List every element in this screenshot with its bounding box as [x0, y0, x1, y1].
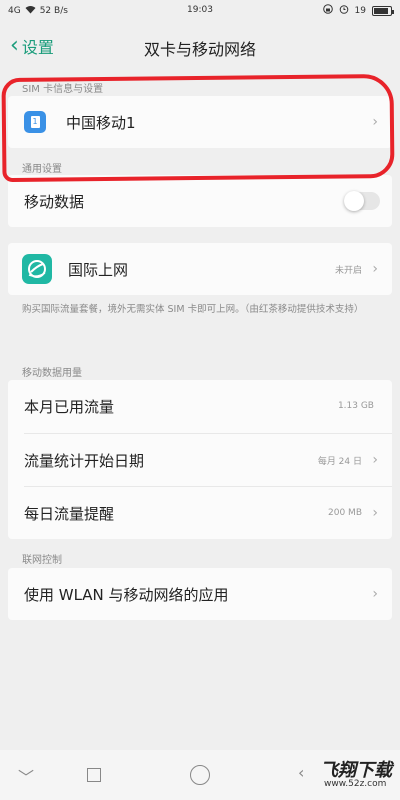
alarm-icon	[339, 4, 349, 17]
mobile-data-row: 移动数据	[8, 175, 392, 227]
usage-group: 本月已用流量 1.13 GB 流量统计开始日期 每月 24 日 › 每日流量提醒…	[8, 380, 392, 539]
page-title: 双卡与移动网络	[143, 40, 256, 59]
stats-start-date-row[interactable]: 流量统计开始日期 每月 24 日 ›	[8, 434, 392, 486]
roaming-label: 国际上网	[68, 260, 129, 279]
status-bar: 4G 52 B/s 19:03 19	[0, 0, 400, 22]
sim-section-label: SIM 卡信息与设置	[22, 84, 104, 95]
sim-name: 中国移动1	[66, 113, 136, 132]
wlan-mobile-apps-row[interactable]: 使用 WLAN 与移动网络的应用 ›	[8, 568, 392, 620]
collapse-icon[interactable]: ﹀	[18, 764, 34, 788]
sim-card-icon: 1	[24, 111, 46, 133]
monthly-usage-row[interactable]: 本月已用流量 1.13 GB	[8, 380, 392, 432]
chevron-right-icon: ›	[372, 586, 378, 602]
roaming-value: 未开启	[334, 265, 362, 276]
wlan-mobile-apps-label: 使用 WLAN 与移动网络的应用	[24, 585, 229, 604]
network-control-group: 使用 WLAN 与移动网络的应用 ›	[8, 568, 392, 620]
app-header: ‹ 设置 双卡与移动网络	[0, 26, 400, 66]
watermark-url: www.52z.com	[324, 779, 387, 789]
stats-start-date-value: 每月 24 日	[317, 456, 362, 467]
general-group: 移动数据	[8, 175, 392, 227]
daily-reminder-value: 200 MB	[328, 508, 362, 518]
daily-reminder-row[interactable]: 每日流量提醒 200 MB ›	[8, 487, 392, 539]
roaming-group: 国际上网 未开启 ›	[8, 243, 392, 295]
sim-card-row[interactable]: 1 中国移动1 ›	[8, 96, 392, 148]
chevron-right-icon: ›	[372, 452, 378, 468]
general-section-label: 通用设置	[22, 164, 62, 175]
vpn-icon	[322, 4, 333, 17]
daily-reminder-label: 每日流量提醒	[24, 504, 115, 523]
sim-card-group: 1 中国移动1 ›	[8, 96, 392, 148]
watermark: 飞翔下载 www.52z.com	[310, 754, 392, 794]
globe-icon	[22, 254, 52, 284]
monthly-usage-label: 本月已用流量	[24, 397, 115, 416]
usage-section-label: 移动数据用量	[22, 368, 82, 379]
chevron-right-icon: ›	[372, 261, 378, 277]
mobile-data-toggle[interactable]	[344, 191, 380, 211]
chevron-right-icon: ›	[372, 505, 378, 521]
stats-start-date-label: 流量统计开始日期	[24, 451, 145, 470]
system-nav-bar: ﹀ ‹ 飞翔下载 www.52z.com	[0, 750, 400, 800]
roaming-row[interactable]: 国际上网 未开启 ›	[8, 243, 392, 295]
battery-percent: 19	[354, 5, 366, 16]
back-arrow-icon[interactable]: ‹	[298, 763, 304, 782]
monthly-usage-value: 1.13 GB	[337, 401, 374, 411]
menu-square-icon[interactable]	[87, 768, 101, 782]
chevron-right-icon: ›	[372, 114, 378, 130]
mobile-data-label: 移动数据	[24, 192, 85, 211]
network-control-section-label: 联网控制	[22, 555, 62, 566]
home-icon[interactable]	[190, 765, 210, 785]
roaming-description: 购买国际流量套餐，境外无需实体 SIM 卡即可上网。（由红茶移动提供技术支持）	[22, 304, 364, 315]
battery-icon	[372, 5, 394, 16]
